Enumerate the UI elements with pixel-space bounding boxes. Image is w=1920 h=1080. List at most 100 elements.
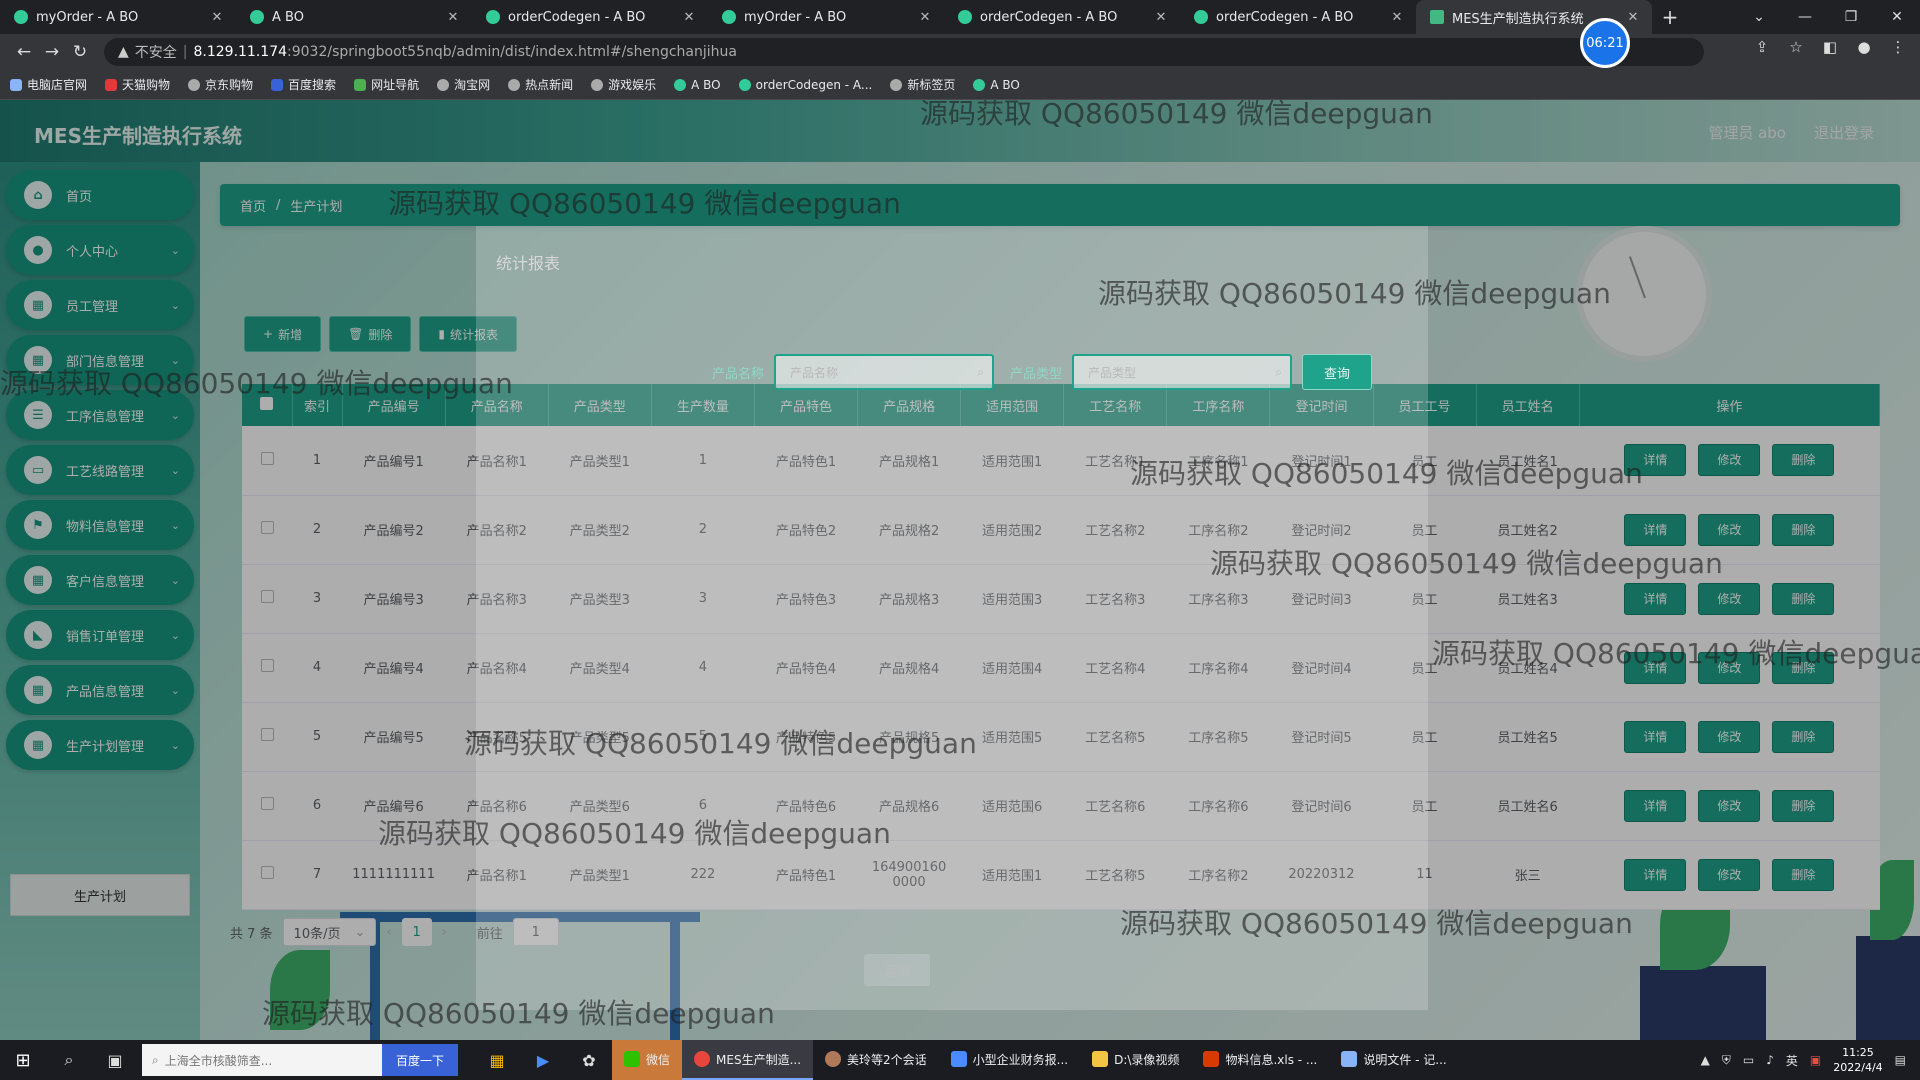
- system-tray: ▲ ⛨ ▭ ♪ 英 ▣ 11:25 2022/4/4 ▤: [1701, 1040, 1920, 1080]
- tiles-app-icon[interactable]: ▦: [474, 1040, 520, 1080]
- bookmark-label: 新标签页: [907, 78, 956, 92]
- bookmark[interactable]: 网址导航: [354, 76, 419, 93]
- bookmark[interactable]: 京东购物: [188, 76, 253, 93]
- close-tab-icon[interactable]: ✕: [1388, 10, 1406, 25]
- reload-icon[interactable]: ↻: [66, 42, 94, 62]
- app-viewport: MES生产制造执行系统 管理员 abo 退出登录 ⌂ 首页 ● 个人中心 ⌄ ▦ 员工管…: [0, 100, 1920, 1040]
- tab-search-icon[interactable]: ⌄: [1736, 0, 1782, 34]
- system-clock[interactable]: 11:25 2022/4/4: [1833, 1045, 1882, 1075]
- sidepanel-icon[interactable]: ◧: [1818, 38, 1842, 56]
- close-tab-icon[interactable]: ✕: [1624, 10, 1642, 25]
- browser-tab[interactable]: myOrder - A BO ✕: [708, 0, 944, 34]
- browser-tab[interactable]: orderCodegen - A BO ✕: [1180, 0, 1416, 34]
- site-favicon-icon: [1194, 10, 1208, 24]
- notification-icon[interactable]: ▤: [1895, 1053, 1906, 1067]
- bookmark[interactable]: 热点新闻: [508, 76, 573, 93]
- browser-tab[interactable]: orderCodegen - A BO ✕: [944, 0, 1180, 34]
- notepad-icon: [1341, 1051, 1358, 1067]
- taskbar-search-input[interactable]: ⌕ 上海全市核酸筛查...: [142, 1044, 382, 1076]
- restore-icon[interactable]: ❐: [1828, 0, 1874, 34]
- folder-icon: [1092, 1051, 1109, 1067]
- taskbar-app-wechat[interactable]: 微信: [612, 1040, 683, 1080]
- browser-tab[interactable]: orderCodegen - A BO ✕: [472, 0, 708, 34]
- query-button[interactable]: 查询: [1302, 354, 1373, 390]
- minimize-icon[interactable]: —: [1782, 0, 1828, 34]
- close-tab-icon[interactable]: ✕: [1152, 10, 1170, 25]
- close-tab-icon[interactable]: ✕: [680, 10, 698, 25]
- bookmark[interactable]: 游戏娱乐: [591, 76, 656, 93]
- menu-dots-icon[interactable]: ⋮: [1886, 38, 1910, 56]
- input-placeholder: 产品类型: [1088, 365, 1137, 380]
- close-tab-icon[interactable]: ✕: [208, 10, 226, 25]
- taskbar-app-notepad[interactable]: 说明文件 - 记...: [1329, 1040, 1458, 1080]
- site-favicon-icon: [674, 78, 687, 91]
- network-icon[interactable]: ▭: [1743, 1053, 1754, 1067]
- spreadsheet-icon: [1203, 1051, 1220, 1067]
- bookmark-label: 天猫购物: [122, 78, 171, 92]
- site-favicon-icon: [722, 10, 736, 24]
- globe-icon: [591, 78, 604, 91]
- browser-tab[interactable]: myOrder - A BO ✕: [0, 0, 236, 34]
- taskbar-app-chat[interactable]: 美玲等2个会话: [813, 1040, 939, 1080]
- browser-tab[interactable]: A BO ✕: [236, 0, 472, 34]
- volume-icon[interactable]: ♪: [1766, 1053, 1774, 1067]
- bookmark[interactable]: A BO: [973, 78, 1020, 92]
- taskbar-app-finance[interactable]: 小型企业财务报...: [939, 1040, 1080, 1080]
- bookmark-icon: [10, 78, 22, 91]
- security-label: 不安全: [134, 45, 177, 61]
- taskbar-app-spreadsheet[interactable]: 物料信息.xls - ...: [1191, 1040, 1329, 1080]
- bookmark[interactable]: 新标签页: [890, 76, 955, 93]
- taskbar-app-label: D:\录像视频: [1114, 1052, 1180, 1067]
- close-tab-icon[interactable]: ✕: [916, 10, 934, 25]
- profile-icon[interactable]: ●: [1852, 38, 1876, 56]
- bookmark[interactable]: A BO: [674, 78, 721, 92]
- taskbar-app-label: 微信: [646, 1052, 671, 1067]
- globe-icon: [188, 78, 201, 91]
- search-icon: ⌕: [1275, 365, 1283, 379]
- warning-icon: ▲: [118, 44, 129, 60]
- url-host: 8.129.11.174: [193, 44, 288, 60]
- bookmark-star-icon[interactable]: ☆: [1784, 38, 1808, 56]
- windows-start-icon[interactable]: ⊞: [0, 1040, 46, 1080]
- bookmarks-bar: 电脑店官网 天猫购物 京东购物 百度搜索 网址导航 淘宝网 热点新闻 游戏娱乐 …: [0, 70, 1920, 100]
- taskbar-app-label: MES生产制造...: [716, 1052, 802, 1067]
- site-favicon-icon: [973, 78, 986, 91]
- bookmark-label: 热点新闻: [525, 78, 574, 92]
- bookmark[interactable]: 淘宝网: [437, 76, 490, 93]
- tray-app-icon[interactable]: ▣: [1810, 1053, 1821, 1067]
- close-window-icon[interactable]: ✕: [1874, 0, 1920, 34]
- dialog-title: 统计报表: [496, 254, 561, 273]
- ime-indicator[interactable]: 英: [1786, 1052, 1798, 1069]
- clock-date: 2022/4/4: [1833, 1061, 1883, 1074]
- bookmark-label: 电脑店官网: [27, 78, 88, 92]
- baidu-search-button[interactable]: 百度一下: [382, 1044, 458, 1076]
- bookmark[interactable]: 天猫购物: [105, 76, 170, 93]
- tab-title: A BO: [272, 9, 304, 25]
- back-icon[interactable]: ←: [10, 42, 38, 62]
- product-name-input[interactable]: 产品名称 ⌕: [774, 354, 995, 390]
- close-tab-icon[interactable]: ✕: [444, 10, 462, 25]
- bookmark[interactable]: orderCodegen - A...: [738, 77, 873, 92]
- shield-icon[interactable]: ⛨: [1722, 1053, 1731, 1068]
- taskbar-app-folder[interactable]: D:\录像视频: [1080, 1040, 1191, 1080]
- bookmark[interactable]: 电脑店官网: [10, 76, 87, 93]
- home-nav-icon: [354, 78, 367, 91]
- site-favicon-icon: [958, 10, 972, 24]
- windows-taskbar: ⊞ ⌕ ▣ ⌕ 上海全市核酸筛查... 百度一下 ▦ ▶ ✿ 微信 MES生产制造…: [0, 1040, 1920, 1080]
- statistics-report-dialog: 统计报表 产品名称 产品名称 ⌕ 产品类型 产品类型 ⌕ 查询: [476, 226, 1428, 1010]
- task-view-icon[interactable]: ▣: [92, 1040, 138, 1080]
- product-type-label: 产品类型: [1010, 366, 1063, 382]
- share-icon[interactable]: ⇪: [1750, 38, 1774, 56]
- url-input[interactable]: ▲ 不安全 | 8.129.11.174 :9032/springboot55n…: [104, 38, 1704, 66]
- bookmark[interactable]: 百度搜索: [271, 76, 336, 93]
- taskbar-app-chrome[interactable]: MES生产制造...: [682, 1040, 814, 1080]
- product-type-input[interactable]: 产品类型 ⌕: [1072, 354, 1293, 390]
- forward-icon[interactable]: →: [38, 42, 66, 62]
- bookmark-label: orderCodegen - A...: [755, 77, 873, 92]
- return-button[interactable]: 返回: [864, 954, 930, 986]
- new-tab-button[interactable]: +: [1652, 0, 1688, 34]
- media-player-icon[interactable]: ▶: [520, 1040, 566, 1080]
- tray-app-icon[interactable]: ▲: [1701, 1053, 1710, 1067]
- gear-app-icon[interactable]: ✿: [566, 1040, 612, 1080]
- search-icon[interactable]: ⌕: [46, 1040, 92, 1080]
